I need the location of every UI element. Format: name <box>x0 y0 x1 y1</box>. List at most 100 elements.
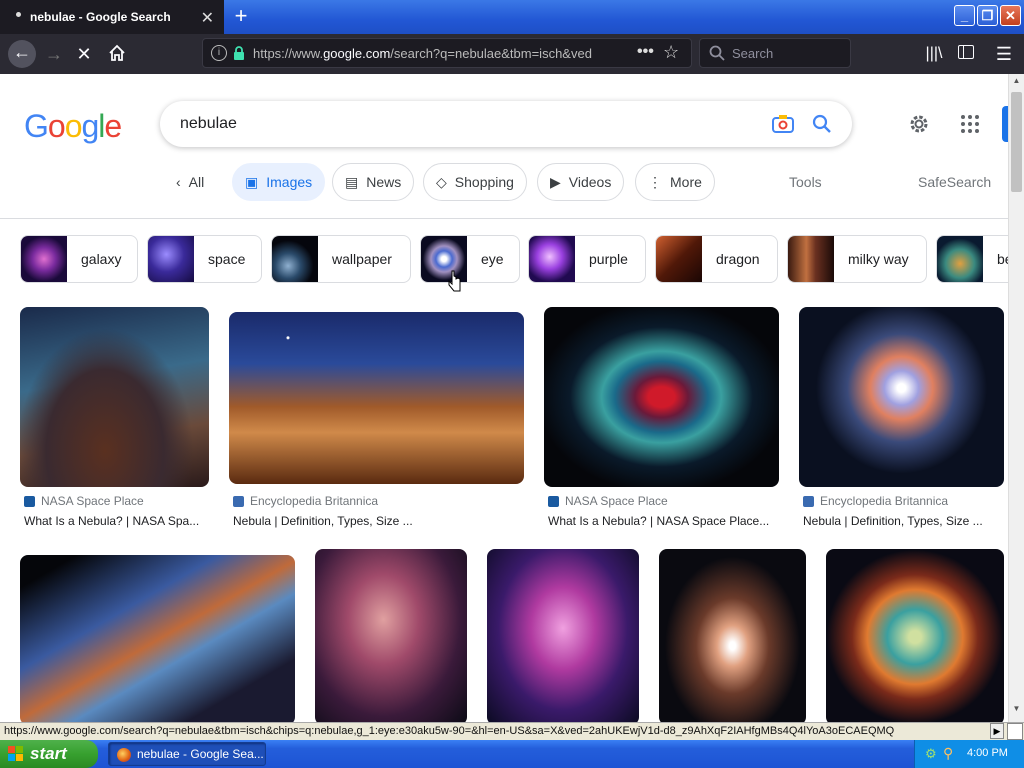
tab-shopping[interactable]: ◇ Shopping <box>423 163 527 201</box>
scroll-down-icon[interactable]: ▼ <box>1011 704 1022 718</box>
result-image-cats-eye[interactable] <box>799 307 1004 487</box>
status-url: https://www.google.com/search?q=nebulae&… <box>4 725 895 737</box>
result-title[interactable]: What Is a Nebula? | NASA Space Place... <box>548 514 778 528</box>
lock-icon[interactable] <box>233 46 245 60</box>
result-title[interactable]: Nebula | Definition, Types, Size ... <box>803 514 1003 528</box>
nasa-favicon-icon <box>24 495 35 507</box>
close-window-button[interactable]: ✕ <box>1000 5 1021 26</box>
britannica-favicon-icon <box>233 495 244 507</box>
tab-all[interactable]: ‹ All <box>164 163 217 201</box>
result-source: NASA Space Place <box>548 494 668 508</box>
back-button[interactable]: ← <box>8 40 36 68</box>
system-tray: ⚙ ⚲ 4:00 PM <box>914 740 1024 768</box>
related-chip-be[interactable]: be <box>936 235 1008 283</box>
taskbar-item-browser[interactable]: nebulae - Google Sea... <box>108 742 266 766</box>
bookmark-star-icon[interactable]: ☆ <box>663 42 679 63</box>
scroll-right-icon[interactable]: ▶ <box>990 723 1004 739</box>
result-image-pillars[interactable] <box>20 307 209 487</box>
result-title[interactable]: What Is a Nebula? | NASA Spa... <box>24 514 209 528</box>
news-icon: ▤ <box>345 173 359 190</box>
tab-news[interactable]: ▤ News <box>332 163 415 201</box>
start-button[interactable]: start <box>0 740 98 768</box>
info-icon[interactable]: i <box>211 45 227 61</box>
tab-loading-icon <box>16 12 21 17</box>
resize-handle[interactable] <box>1007 723 1023 740</box>
result-image-orion[interactable] <box>315 549 467 722</box>
result-image-purple-nebula[interactable] <box>487 549 639 722</box>
browser-tab[interactable]: nebulae - Google Search ✕ <box>0 0 224 34</box>
result-image-butterfly[interactable] <box>659 549 806 722</box>
tag-icon: ◇ <box>436 173 447 190</box>
restore-button[interactable]: ❐ <box>977 5 998 26</box>
thumbnail <box>788 236 834 282</box>
firefox-icon <box>117 748 131 762</box>
result-source: NASA Space Place <box>24 494 144 508</box>
minimize-button[interactable]: _ <box>954 5 975 26</box>
scroll-up-icon[interactable]: ▲ <box>1011 76 1022 90</box>
camera-icon[interactable] <box>772 114 794 134</box>
google-search-box[interactable]: nebulae <box>160 101 852 147</box>
thumbnail <box>937 236 983 282</box>
result-image-crab[interactable] <box>826 549 1004 722</box>
related-chip-milky-way[interactable]: milky way <box>787 235 927 283</box>
status-bar: https://www.google.com/search?q=nebulae&… <box>0 722 1024 740</box>
browser-search-input[interactable]: Search <box>699 38 851 68</box>
page-content: Google nebulae ‹ All ▣ Images ▤ News ◇ Shopp… <box>0 74 1008 722</box>
google-logo[interactable]: Google <box>24 108 122 145</box>
tab-more[interactable]: ⋮ More <box>635 163 715 201</box>
divider <box>0 218 1008 219</box>
apps-grid-icon[interactable] <box>960 114 980 134</box>
thumbnail <box>529 236 575 282</box>
result-image-carina[interactable] <box>229 312 524 484</box>
related-chip-galaxy[interactable]: galaxy <box>20 235 138 283</box>
search-submit-icon[interactable] <box>812 114 832 134</box>
clock: 4:00 PM <box>967 747 1008 759</box>
home-icon[interactable] <box>108 44 126 62</box>
tab-title: nebulae - Google Search <box>30 10 171 24</box>
thumbnail <box>656 236 702 282</box>
thumbnail <box>21 236 67 282</box>
play-icon: ▶ <box>550 173 561 190</box>
thumbnail <box>272 236 318 282</box>
related-chip-purple[interactable]: purple <box>528 235 646 283</box>
result-source: Encyclopedia Britannica <box>803 494 948 508</box>
search-icon <box>709 45 725 61</box>
settings-gear-icon[interactable] <box>907 112 931 136</box>
url-bar[interactable]: i https://www.google.com/search?q=nebula… <box>202 38 692 68</box>
windows-logo-icon <box>8 746 24 762</box>
forward-button[interactable]: → <box>42 42 66 66</box>
tools-button[interactable]: Tools <box>789 174 822 190</box>
thumbnail <box>148 236 194 282</box>
chevron-left-icon: ‹ <box>176 174 181 190</box>
url-text: https://www.google.com/search?q=nebulae&… <box>253 46 592 61</box>
network-icon[interactable]: ⚙ <box>925 746 939 761</box>
vertical-scrollbar[interactable]: ▲ ▼ <box>1008 74 1024 722</box>
new-tab-button[interactable]: + <box>228 4 254 30</box>
page-actions-icon[interactable]: ••• <box>637 43 654 61</box>
mouse-cursor-icon <box>448 270 462 292</box>
safesearch-button[interactable]: SafeSearch <box>918 174 991 190</box>
image-icon: ▣ <box>245 173 259 190</box>
search-tray-icon[interactable]: ⚲ <box>943 745 959 761</box>
related-chip-space[interactable]: space <box>147 235 262 283</box>
search-query[interactable]: nebulae <box>180 115 237 133</box>
search-placeholder: Search <box>732 46 774 61</box>
sidebar-icon[interactable] <box>958 45 974 59</box>
result-image-helix[interactable] <box>544 307 779 487</box>
library-icon[interactable]: |||\ <box>922 42 946 66</box>
result-image-veil[interactable] <box>20 555 295 722</box>
britannica-favicon-icon <box>803 495 814 507</box>
related-chip-eye[interactable]: eye <box>420 235 520 283</box>
scroll-thumb[interactable] <box>1011 92 1022 192</box>
more-vert-icon: ⋮ <box>648 173 662 190</box>
related-chip-dragon[interactable]: dragon <box>655 235 778 283</box>
nasa-favicon-icon <box>548 495 559 507</box>
tab-videos[interactable]: ▶ Videos <box>537 163 625 201</box>
result-title[interactable]: Nebula | Definition, Types, Size ... <box>233 514 523 528</box>
close-tab-icon[interactable]: ✕ <box>201 8 214 28</box>
tab-images[interactable]: ▣ Images <box>232 163 326 201</box>
related-chip-wallpaper[interactable]: wallpaper <box>271 235 411 283</box>
result-source: Encyclopedia Britannica <box>233 494 378 508</box>
stop-button[interactable]: ✕ <box>72 42 96 66</box>
menu-icon[interactable]: ☰ <box>992 42 1016 66</box>
